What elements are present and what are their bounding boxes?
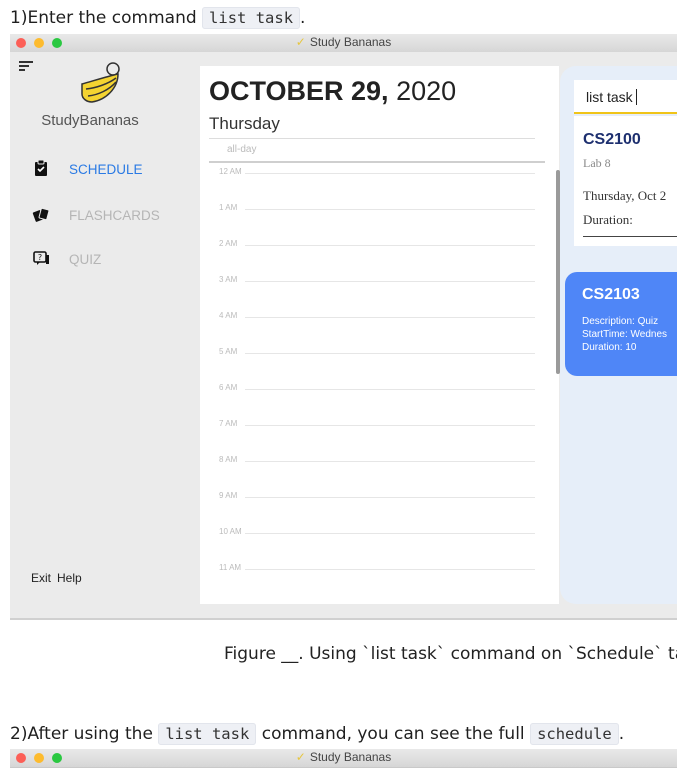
step-2-instruction: 2)After using the list task command, you… <box>10 723 625 745</box>
task-duration: Duration: 10 <box>582 342 637 353</box>
calendar-weekday: Thursday <box>209 114 280 133</box>
hour-line <box>245 281 535 282</box>
exit-menu[interactable]: Exit <box>31 571 51 585</box>
hour-label: 1 AM <box>219 203 238 212</box>
help-menu[interactable]: Help <box>57 571 82 585</box>
app-brand: StudyBananas <box>41 112 139 129</box>
hour-label: 2 AM <box>219 239 238 248</box>
svg-text:?: ? <box>38 253 42 262</box>
menu-icon[interactable] <box>19 61 33 73</box>
hour-label: 11 AM <box>219 563 242 572</box>
hour-line <box>245 569 535 570</box>
command-input[interactable]: list task <box>574 80 677 114</box>
hour-label: 4 AM <box>219 311 238 320</box>
clipboard-icon <box>35 159 47 176</box>
task-start-time: StartTime: Wednes <box>582 329 668 340</box>
hour-label: 7 AM <box>219 419 238 428</box>
sidebar: StudyBananas SCHEDULE FLASHCARDS ? QUIZ … <box>10 52 200 618</box>
hour-row[interactable]: 11 AM <box>209 563 535 575</box>
hour-line <box>245 353 535 354</box>
window-bottom-border <box>10 618 677 620</box>
divider <box>209 161 545 163</box>
hour-line <box>245 497 535 498</box>
hour-label: 12 AM <box>219 167 242 176</box>
hour-line <box>245 317 535 318</box>
hour-row[interactable]: 10 AM <box>209 527 535 539</box>
hour-row[interactable]: 4 AM <box>209 311 535 323</box>
hour-row[interactable]: 9 AM <box>209 491 535 503</box>
task-code: CS2103 <box>582 286 640 303</box>
task-panel: list task CS2100 Lab 8 Thursday, Oct 2 D… <box>560 66 677 604</box>
sidebar-item-label: SCHEDULE <box>69 162 143 177</box>
hour-line <box>245 389 535 390</box>
task-description: Description: Quiz <box>582 316 659 327</box>
hour-line <box>245 245 535 246</box>
hour-line <box>245 461 535 462</box>
flashcards-icon <box>32 207 50 222</box>
hour-line <box>245 533 535 534</box>
hour-line <box>245 209 535 210</box>
window-titlebar: ✓ Study Bananas <box>10 34 677 53</box>
hour-label: 6 AM <box>219 383 238 392</box>
allday-row: all-day <box>209 138 535 161</box>
task-title: Lab 8 <box>583 156 611 170</box>
divider <box>583 236 677 237</box>
hour-row[interactable]: 2 AM <box>209 239 535 251</box>
hour-line <box>245 173 535 174</box>
task-duration: Duration: <box>583 212 633 227</box>
app-window: StudyBananas SCHEDULE FLASHCARDS ? QUIZ … <box>10 52 677 618</box>
task-card[interactable]: CS2100 Lab 8 Thursday, Oct 2 Duration: <box>574 116 677 246</box>
window-titlebar: ✓ Study Bananas <box>10 749 677 768</box>
figure-caption: Figure __. Using `list task` command on … <box>224 644 677 664</box>
banana-icon: ✓ <box>295 35 306 49</box>
schedule-code: schedule <box>530 723 619 745</box>
task-card-selected[interactable]: CS2103 Description: Quiz StartTime: Wedn… <box>565 272 677 376</box>
day-calendar: OCTOBER 29, 2020 Thursday all-day 12 AM 1… <box>200 66 559 604</box>
hour-label: 9 AM <box>219 491 238 500</box>
hour-label: 10 AM <box>219 527 242 536</box>
text-cursor <box>636 89 637 105</box>
quiz-icon: ? <box>33 251 49 265</box>
hour-row[interactable]: 3 AM <box>209 275 535 287</box>
command-code: list task <box>158 723 257 745</box>
footer-menu: Exit Help <box>31 571 88 585</box>
hour-row[interactable]: 7 AM <box>209 419 535 431</box>
hour-row[interactable]: 1 AM <box>209 203 535 215</box>
banana-icon: ✓ <box>295 750 306 764</box>
hour-row[interactable]: 12 AM <box>209 167 535 179</box>
calendar-date: OCTOBER 29, 2020 <box>209 76 457 106</box>
hour-row[interactable]: 5 AM <box>209 347 535 359</box>
hour-row[interactable]: 8 AM <box>209 455 535 467</box>
step-1-instruction: 1)Enter the command list task. <box>10 7 306 29</box>
sidebar-item-label: FLASHCARDS <box>69 208 160 223</box>
window-title: ✓ Study Bananas <box>295 35 392 49</box>
sidebar-item-label: QUIZ <box>69 252 102 267</box>
hour-label: 5 AM <box>219 347 238 356</box>
hour-row[interactable]: 6 AM <box>209 383 535 395</box>
hour-line <box>245 425 535 426</box>
task-code: CS2100 <box>583 131 641 148</box>
hour-label: 8 AM <box>219 455 238 464</box>
command-code: list task <box>202 7 301 29</box>
window-title: ✓ Study Bananas <box>295 750 392 764</box>
hour-label: 3 AM <box>219 275 238 284</box>
task-date: Thursday, Oct 2 <box>583 188 667 203</box>
banana-logo-icon <box>81 62 120 103</box>
